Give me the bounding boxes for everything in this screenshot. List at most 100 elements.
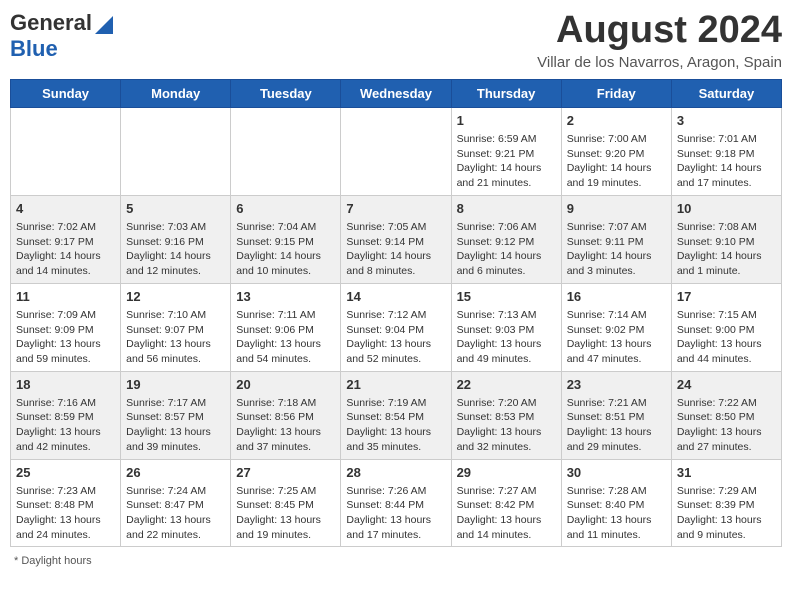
calendar-day-cell: 15Sunrise: 7:13 AM Sunset: 9:03 PM Dayli… (451, 283, 561, 371)
calendar-week-row: 4 Sunrise: 7:02 AM Sunset: 9:17 PM Daylig… (11, 195, 782, 283)
day-info: Sunrise: 7:12 AM Sunset: 9:04 PM Dayligh… (346, 308, 445, 367)
day-info: Sunrise: 7:21 AM Sunset: 8:51 PM Dayligh… (567, 396, 666, 455)
calendar-day-header: Monday (121, 79, 231, 107)
calendar-day-cell: 6 Sunrise: 7:04 AM Sunset: 9:15 PM Daylig… (231, 195, 341, 283)
day-number: 9 (567, 200, 666, 218)
calendar-week-row: 1 Sunrise: 6:59 AM Sunset: 9:21 PM Daylig… (11, 107, 782, 195)
day-number: 31 (677, 464, 776, 482)
footer-note: * Daylight hours (10, 555, 782, 567)
day-info: Sunrise: 7:28 AM Sunset: 8:40 PM Dayligh… (567, 484, 666, 543)
day-number: 6 (236, 200, 335, 218)
day-number: 16 (567, 288, 666, 306)
day-number: 26 (126, 464, 225, 482)
day-number: 30 (567, 464, 666, 482)
calendar-day-cell: 1 Sunrise: 6:59 AM Sunset: 9:21 PM Daylig… (451, 107, 561, 195)
calendar-day-cell: 13Sunrise: 7:11 AM Sunset: 9:06 PM Dayli… (231, 283, 341, 371)
calendar-day-cell: 8Sunrise: 7:06 AM Sunset: 9:12 PM Daylig… (451, 195, 561, 283)
calendar-day-cell: 10 Sunrise: 7:08 AM Sunset: 9:10 PM Dayli… (671, 195, 781, 283)
calendar-day-cell: 23 Sunrise: 7:21 AM Sunset: 8:51 PM Dayli… (561, 371, 671, 459)
calendar-day-cell: 5Sunrise: 7:03 AM Sunset: 9:16 PM Daylig… (121, 195, 231, 283)
day-info: Sunrise: 7:06 AM Sunset: 9:12 PM Dayligh… (457, 220, 556, 279)
day-info: Sunrise: 7:17 AM Sunset: 8:57 PM Dayligh… (126, 396, 225, 455)
day-info: Sunrise: 7:20 AM Sunset: 8:53 PM Dayligh… (457, 396, 556, 455)
day-number: 23 (567, 376, 666, 394)
calendar-day-cell: 18 Sunrise: 7:16 AM Sunset: 8:59 PM Dayli… (11, 371, 121, 459)
calendar-header-row: SundayMondayTuesdayWednesdayThursdayFrid… (11, 79, 782, 107)
day-info: Sunrise: 7:04 AM Sunset: 9:15 PM Dayligh… (236, 220, 335, 279)
day-number: 12 (126, 288, 225, 306)
day-number: 11 (16, 288, 115, 306)
day-number: 7 (346, 200, 445, 218)
day-info: Sunrise: 7:29 AM Sunset: 8:39 PM Dayligh… (677, 484, 776, 543)
calendar-day-header: Tuesday (231, 79, 341, 107)
day-info: Sunrise: 7:26 AM Sunset: 8:44 PM Dayligh… (346, 484, 445, 543)
calendar-day-cell: 31 Sunrise: 7:29 AM Sunset: 8:39 PM Dayli… (671, 459, 781, 547)
day-info: Sunrise: 7:02 AM Sunset: 9:17 PM Dayligh… (16, 220, 115, 279)
calendar-day-cell: 26Sunrise: 7:24 AM Sunset: 8:47 PM Dayli… (121, 459, 231, 547)
calendar-day-header: Friday (561, 79, 671, 107)
day-info: Sunrise: 7:01 AM Sunset: 9:18 PM Dayligh… (677, 132, 776, 191)
day-info: Sunrise: 7:16 AM Sunset: 8:59 PM Dayligh… (16, 396, 115, 455)
calendar-table: SundayMondayTuesdayWednesdayThursdayFrid… (10, 79, 782, 548)
day-number: 22 (457, 376, 556, 394)
day-number: 21 (346, 376, 445, 394)
page-header: General Blue August 2024 Villar de los N… (10, 10, 782, 71)
calendar-week-row: 18 Sunrise: 7:16 AM Sunset: 8:59 PM Dayli… (11, 371, 782, 459)
day-number: 24 (677, 376, 776, 394)
day-number: 19 (126, 376, 225, 394)
day-info: Sunrise: 6:59 AM Sunset: 9:21 PM Dayligh… (457, 132, 556, 191)
calendar-day-cell: 27Sunrise: 7:25 AM Sunset: 8:45 PM Dayli… (231, 459, 341, 547)
day-info: Sunrise: 7:27 AM Sunset: 8:42 PM Dayligh… (457, 484, 556, 543)
calendar-day-cell: 24 Sunrise: 7:22 AM Sunset: 8:50 PM Dayli… (671, 371, 781, 459)
month-title: August 2024 (537, 10, 782, 52)
day-number: 25 (16, 464, 115, 482)
day-number: 28 (346, 464, 445, 482)
day-info: Sunrise: 7:22 AM Sunset: 8:50 PM Dayligh… (677, 396, 776, 455)
day-info: Sunrise: 7:25 AM Sunset: 8:45 PM Dayligh… (236, 484, 335, 543)
day-info: Sunrise: 7:13 AM Sunset: 9:03 PM Dayligh… (457, 308, 556, 367)
day-info: Sunrise: 7:10 AM Sunset: 9:07 PM Dayligh… (126, 308, 225, 367)
calendar-day-cell: 3Sunrise: 7:01 AM Sunset: 9:18 PM Daylig… (671, 107, 781, 195)
calendar-day-cell: 19 Sunrise: 7:17 AM Sunset: 8:57 PM Dayli… (121, 371, 231, 459)
day-number: 14 (346, 288, 445, 306)
calendar-day-cell (121, 107, 231, 195)
day-info: Sunrise: 7:19 AM Sunset: 8:54 PM Dayligh… (346, 396, 445, 455)
calendar-day-cell: 7 Sunrise: 7:05 AM Sunset: 9:14 PM Daylig… (341, 195, 451, 283)
day-info: Sunrise: 7:00 AM Sunset: 9:20 PM Dayligh… (567, 132, 666, 191)
day-info: Sunrise: 7:03 AM Sunset: 9:16 PM Dayligh… (126, 220, 225, 279)
day-info: Sunrise: 7:09 AM Sunset: 9:09 PM Dayligh… (16, 308, 115, 367)
day-number: 18 (16, 376, 115, 394)
day-number: 17 (677, 288, 776, 306)
logo-blue: Blue (10, 36, 58, 61)
calendar-day-cell: 4 Sunrise: 7:02 AM Sunset: 9:17 PM Daylig… (11, 195, 121, 283)
day-number: 2 (567, 112, 666, 130)
day-number: 4 (16, 200, 115, 218)
logo-general: General (10, 10, 92, 36)
title-area: August 2024 Villar de los Navarros, Arag… (537, 10, 782, 71)
calendar-day-header: Wednesday (341, 79, 451, 107)
calendar-day-cell: 9Sunrise: 7:07 AM Sunset: 9:11 PM Daylig… (561, 195, 671, 283)
calendar-day-header: Thursday (451, 79, 561, 107)
calendar-day-cell: 29Sunrise: 7:27 AM Sunset: 8:42 PM Dayli… (451, 459, 561, 547)
day-info: Sunrise: 7:18 AM Sunset: 8:56 PM Dayligh… (236, 396, 335, 455)
calendar-day-cell: 22 Sunrise: 7:20 AM Sunset: 8:53 PM Dayli… (451, 371, 561, 459)
calendar-day-cell: 16 Sunrise: 7:14 AM Sunset: 9:02 PM Dayli… (561, 283, 671, 371)
calendar-day-cell: 14 Sunrise: 7:12 AM Sunset: 9:04 PM Dayli… (341, 283, 451, 371)
calendar-day-cell: 28 Sunrise: 7:26 AM Sunset: 8:44 PM Dayli… (341, 459, 451, 547)
calendar-week-row: 11 Sunrise: 7:09 AM Sunset: 9:09 PM Dayli… (11, 283, 782, 371)
day-number: 1 (457, 112, 556, 130)
calendar-day-cell: 20 Sunrise: 7:18 AM Sunset: 8:56 PM Dayli… (231, 371, 341, 459)
day-info: Sunrise: 7:14 AM Sunset: 9:02 PM Dayligh… (567, 308, 666, 367)
calendar-day-cell: 21 Sunrise: 7:19 AM Sunset: 8:54 PM Dayli… (341, 371, 451, 459)
calendar-week-row: 25Sunrise: 7:23 AM Sunset: 8:48 PM Dayli… (11, 459, 782, 547)
calendar-day-cell (341, 107, 451, 195)
logo-arrow-icon (95, 12, 113, 34)
calendar-day-cell (11, 107, 121, 195)
day-info: Sunrise: 7:05 AM Sunset: 9:14 PM Dayligh… (346, 220, 445, 279)
day-number: 10 (677, 200, 776, 218)
day-number: 20 (236, 376, 335, 394)
day-info: Sunrise: 7:08 AM Sunset: 9:10 PM Dayligh… (677, 220, 776, 279)
calendar-day-cell: 30 Sunrise: 7:28 AM Sunset: 8:40 PM Dayli… (561, 459, 671, 547)
calendar-day-cell: 11 Sunrise: 7:09 AM Sunset: 9:09 PM Dayli… (11, 283, 121, 371)
logo: General Blue (10, 10, 113, 62)
